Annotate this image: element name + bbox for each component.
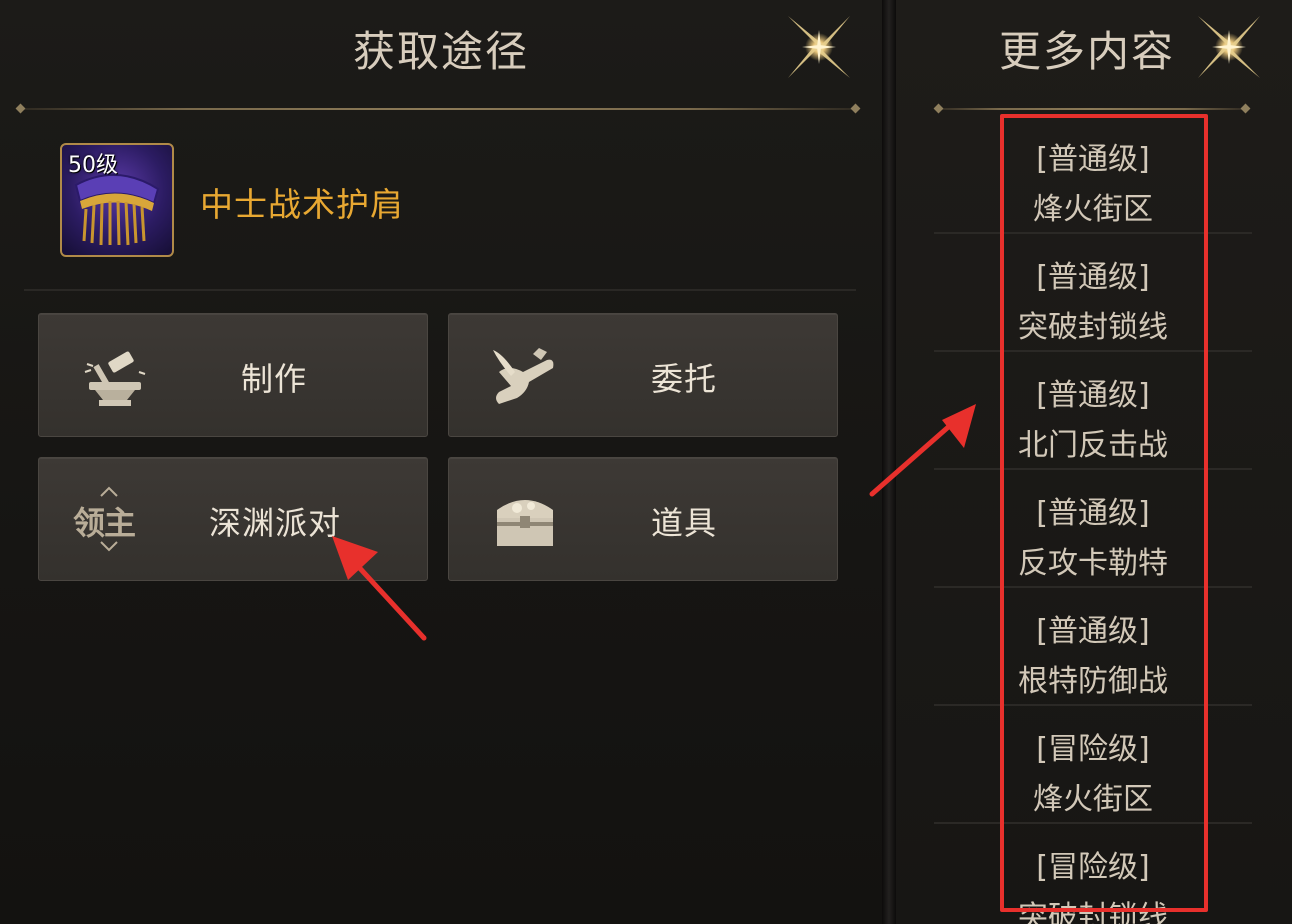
title-divider xyxy=(938,108,1246,110)
chevron-up-icon xyxy=(100,486,118,497)
items-button[interactable]: 道具 xyxy=(448,457,838,581)
craft-button[interactable]: 制作 xyxy=(38,313,428,437)
item-icon[interactable]: 50级 xyxy=(60,143,174,257)
item-name: 中士战术护肩 xyxy=(200,185,404,224)
item-level-badge: 50级 xyxy=(68,153,118,178)
lord-badge: 领主 xyxy=(73,504,136,542)
annotation-highlight-box xyxy=(1000,114,1208,912)
sparkle-icon xyxy=(788,16,850,78)
title-divider xyxy=(20,108,856,110)
commission-button[interactable]: 委托 xyxy=(448,313,838,437)
abyss-party-label: 深渊派对 xyxy=(209,504,342,542)
section-divider xyxy=(24,289,856,291)
items-label: 道具 xyxy=(651,504,718,542)
acquisition-title: 获取途径 xyxy=(352,27,529,76)
acquisition-panel: 获取途径 50级 中士战术护肩 制作 委托 领主 深渊派对 道具 xyxy=(0,0,882,924)
commission-label: 委托 xyxy=(651,360,718,398)
annotation-arrow-icon xyxy=(869,404,976,497)
sparkle-icon xyxy=(1198,16,1260,78)
chevron-down-icon xyxy=(100,541,118,552)
annotation-arrow-icon xyxy=(332,536,427,641)
treasure-chest-icon xyxy=(497,500,553,546)
anvil-hammer-icon xyxy=(84,351,146,406)
scroll-quill-icon xyxy=(493,348,554,404)
craft-label: 制作 xyxy=(241,360,308,398)
